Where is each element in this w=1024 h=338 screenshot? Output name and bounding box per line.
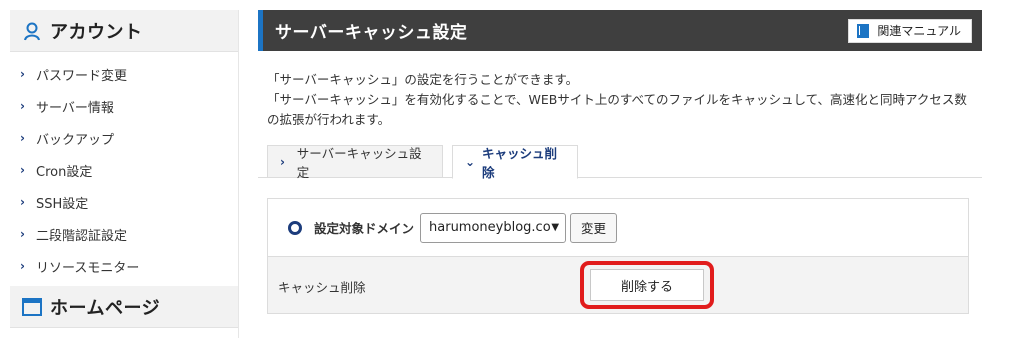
delete-cache-button[interactable]: 削除する [590,269,704,301]
chevron-right-icon: › [20,163,25,177]
chevron-right-icon: › [20,131,25,145]
domain-select-value: harumoneyblog.co [429,220,551,235]
sidebar-item-backup[interactable]: › バックアップ [10,122,238,154]
window-icon [22,297,42,316]
sidebar-item-label: リソースモニター [36,260,140,276]
tab-server-cache-settings[interactable]: › サーバーキャッシュ設定 [267,145,443,180]
sidebar-item-label: 二段階認証設定 [36,228,128,244]
sidebar-item-cron[interactable]: › Cron設定 [10,154,238,186]
sidebar-item-server-info[interactable]: › サーバー情報 [10,90,238,122]
cache-delete-panel: 設定対象ドメイン harumoneyblog.co ▼ 変更 キャッシュ削除 削… [267,198,969,314]
description-line-1: 「サーバーキャッシュ」の設定を行うことができます。 [267,72,579,87]
chevron-right-icon: › [20,227,25,241]
domain-select[interactable]: harumoneyblog.co ▼ [420,212,567,243]
account-section-title: アカウント [50,21,143,43]
book-icon [857,23,870,38]
change-domain-button[interactable]: 変更 [570,212,618,243]
page-header: サーバーキャッシュ設定 関連マニュアル [258,10,982,51]
homepage-section-header[interactable]: ホームページ [10,286,238,328]
related-manual-button[interactable]: 関連マニュアル [848,18,972,43]
page-description: 「サーバーキャッシュ」の設定を行うことができます。 「サーバーキャッシュ」を有効… [267,70,979,130]
tab-cache-delete[interactable]: ⌄ キャッシュ削除 [452,145,578,180]
description-line-2: 「サーバーキャッシュ」を有効化することで、WEBサイト上のすべてのファイルをキャ… [267,92,967,127]
sidebar-item-label: Cron設定 [36,164,93,180]
account-menu: › パスワード変更 › サーバー情報 › バックアップ › Cron設定 › SSH設定 … [10,52,238,282]
page-title: サーバーキャッシュ設定 [275,23,468,43]
sidebar-item-ssh[interactable]: › SSH設定 [10,186,238,218]
sidebar-item-label: バックアップ [36,132,115,148]
cache-delete-label: キャッシュ削除 [278,280,366,295]
homepage-section-title: ホームページ [50,297,161,319]
chevron-right-icon: › [20,195,25,209]
chevron-right-icon: › [20,67,25,81]
radio-circle-icon [288,220,302,235]
chevron-down-icon: ⌄ [465,155,476,169]
sidebar: アカウント › パスワード変更 › サーバー情報 › バックアップ › Cron設定 ›… [10,10,239,338]
chevron-right-icon: › [20,259,25,273]
sidebar-item-label: SSH設定 [36,196,89,212]
domain-row: 設定対象ドメイン harumoneyblog.co ▼ 変更 [268,199,968,256]
sidebar-item-label: パスワード変更 [36,68,128,84]
chevron-right-icon: › [20,99,25,113]
chevron-down-icon: ▼ [551,222,560,233]
sidebar-item-resource-monitor[interactable]: › リソースモニター [10,250,238,282]
sidebar-item-two-factor[interactable]: › 二段階認証設定 [10,218,238,250]
domain-label: 設定対象ドメイン [314,221,415,236]
tab-label: サーバーキャッシュ設定 [296,145,422,180]
cache-delete-row: キャッシュ削除 削除する [268,256,968,313]
sidebar-item-label: サーバー情報 [36,100,114,116]
account-section-header: アカウント [10,10,238,52]
chevron-right-icon: › [280,154,285,169]
related-manual-label: 関連マニュアル [877,24,961,38]
tab-label: キャッシュ削除 [482,146,558,180]
user-icon [24,22,40,40]
sidebar-item-password[interactable]: › パスワード変更 [10,58,238,90]
